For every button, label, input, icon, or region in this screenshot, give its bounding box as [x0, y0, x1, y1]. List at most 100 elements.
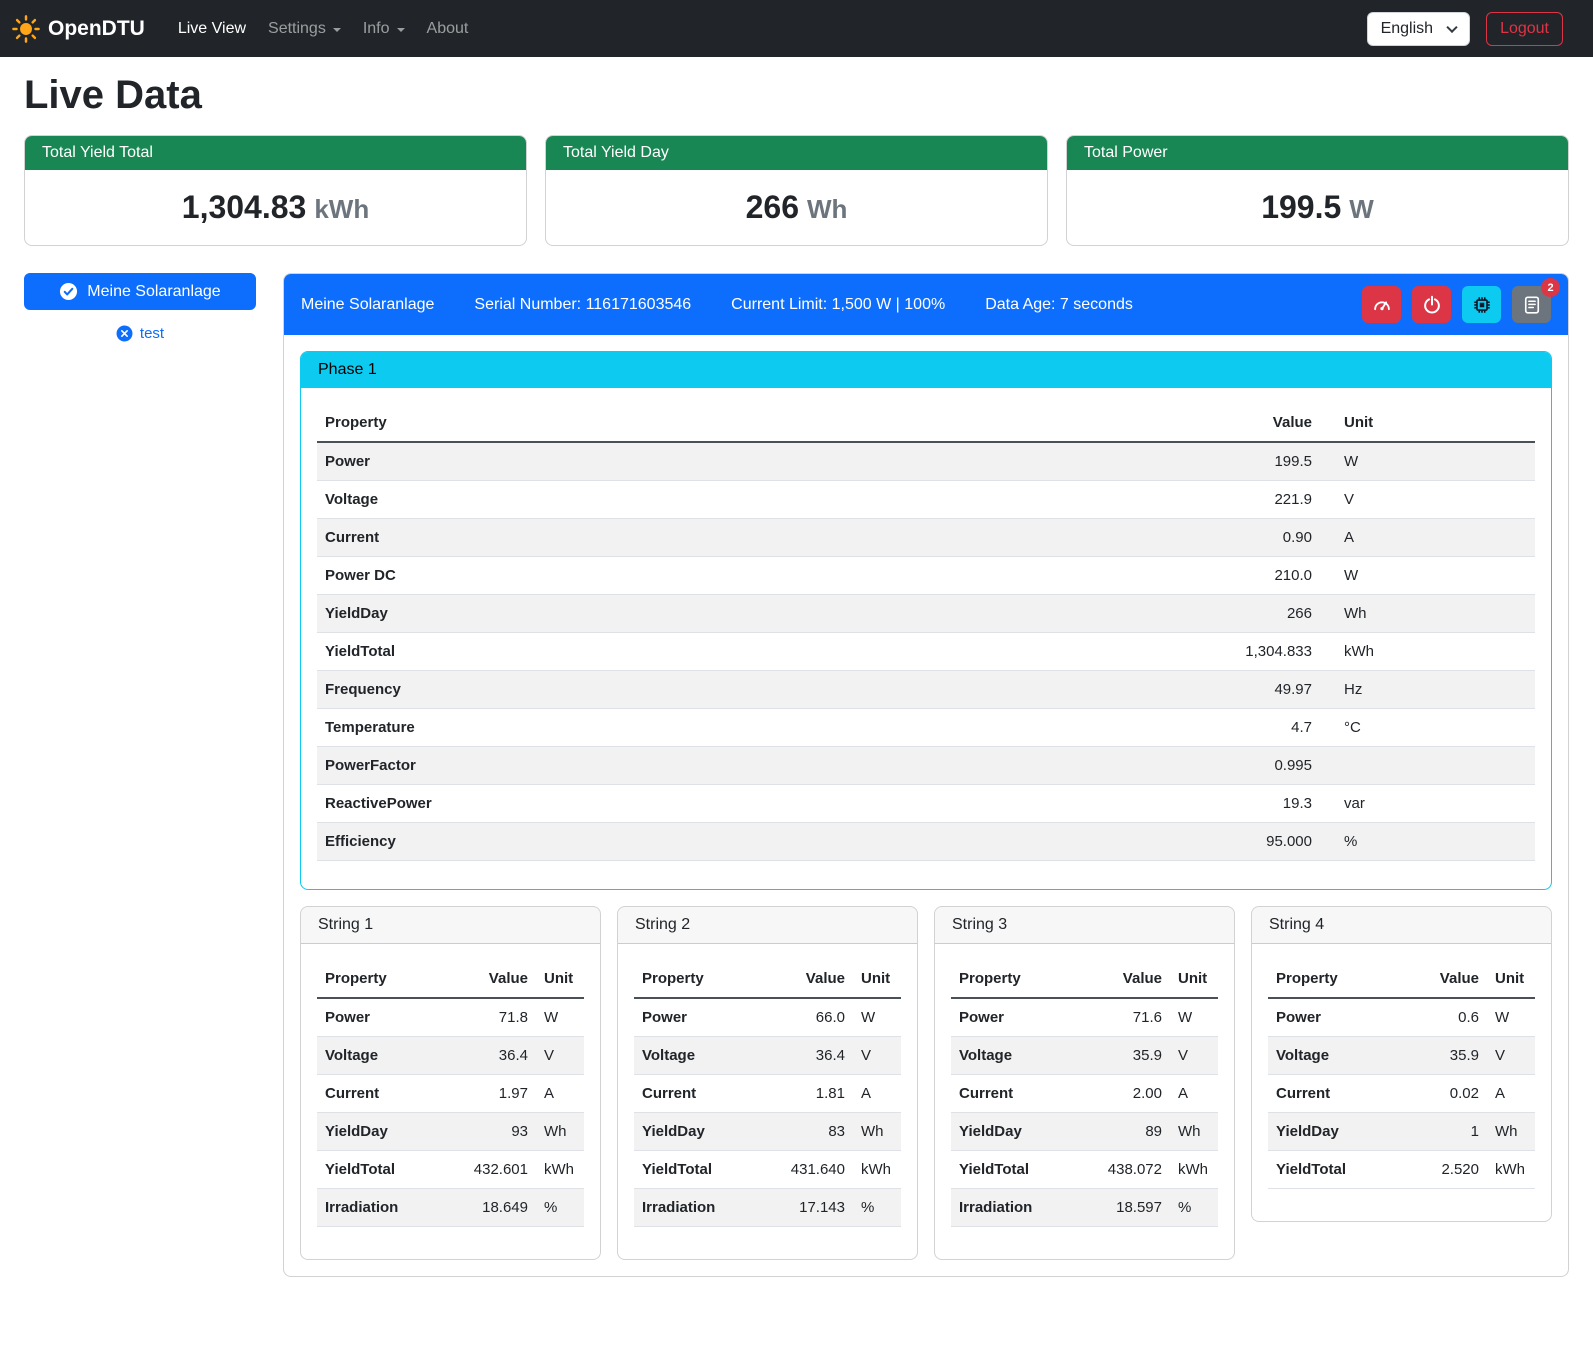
string-3-table: Property Value Unit Power 7: [951, 960, 1218, 1227]
inverter-item-test[interactable]: test: [24, 325, 256, 342]
unit-cell: W: [1320, 442, 1535, 481]
page-title: Live Data: [24, 73, 1569, 118]
nav-live-view[interactable]: Live View: [167, 12, 257, 46]
unit-cell: Hz: [1320, 671, 1535, 709]
string-card-title: String 3: [935, 907, 1234, 944]
nav-info[interactable]: Info: [352, 12, 416, 46]
table-row: Power DC 210.0 W: [317, 557, 1535, 595]
table-row: YieldTotal 438.072 kWh: [951, 1151, 1218, 1189]
brand[interactable]: OpenDTU: [12, 15, 145, 43]
unit-cell: Wh: [853, 1113, 901, 1151]
table-row: Frequency 49.97 Hz: [317, 671, 1535, 709]
inverter-panel: Meine Solaranlage Serial Number: 1161716…: [283, 273, 1569, 1277]
chevron-down-icon: [1446, 21, 1457, 32]
table-row: Power 199.5 W: [317, 442, 1535, 481]
table-row: Irradiation 18.649 %: [317, 1189, 584, 1227]
phase-table-body: Power 199.5 W Voltage 221.9 V Current: [317, 442, 1535, 861]
limit-settings-button[interactable]: [1362, 286, 1401, 323]
phase-table-head: Property Value Unit: [317, 404, 1535, 442]
value-cell: 2.520: [1407, 1151, 1487, 1189]
value-cell: 49.97: [1190, 671, 1320, 709]
navbar: OpenDTU Live View Settings Info About En…: [0, 0, 1593, 57]
nav-about[interactable]: About: [416, 12, 480, 46]
table-row: ReactivePower 19.3 var: [317, 785, 1535, 823]
property-cell: Current: [317, 1075, 456, 1113]
table-row: Current 0.90 A: [317, 519, 1535, 557]
property-cell: Current: [317, 519, 1190, 557]
value-cell: 89: [1090, 1113, 1170, 1151]
logout-button[interactable]: Logout: [1486, 12, 1563, 46]
table-row: Voltage 36.4 V: [317, 1037, 584, 1075]
property-cell: Temperature: [317, 709, 1190, 747]
property-cell: YieldDay: [317, 1113, 456, 1151]
property-cell: YieldDay: [317, 595, 1190, 633]
inverter-panel-header: Meine Solaranlage Serial Number: 1161716…: [284, 274, 1568, 335]
value-cell: 266: [1190, 595, 1320, 633]
property-cell: Efficiency: [317, 823, 1190, 861]
value-cell: 4.7: [1190, 709, 1320, 747]
unit-cell: kWh: [536, 1151, 584, 1189]
value-cell: 2.00: [1090, 1075, 1170, 1113]
table-row: Irradiation 17.143 %: [634, 1189, 901, 1227]
nav-info-label: Info: [363, 20, 390, 38]
value-cell: 83: [773, 1113, 853, 1151]
events-count-badge: 2: [1541, 278, 1560, 297]
table-row: PowerFactor 0.995: [317, 747, 1535, 785]
string-card-body: Property Value Unit Power 6: [618, 944, 917, 1259]
column-property: Property: [317, 404, 1190, 442]
table-header-row: Property Value Unit: [317, 960, 584, 998]
unit-cell: [1320, 747, 1535, 785]
inverter-sidebar: Meine Solaranlage test: [24, 273, 256, 342]
value-cell: 0.995: [1190, 747, 1320, 785]
value-cell: 0.90: [1190, 519, 1320, 557]
nav-right: English Logout: [1367, 12, 1563, 46]
value-cell: 221.9: [1190, 481, 1320, 519]
card-body: 1,304.83kWh: [25, 170, 526, 245]
value-cell: 95.000: [1190, 823, 1320, 861]
value-cell: 0.6: [1407, 998, 1487, 1037]
nav-settings[interactable]: Settings: [257, 12, 352, 46]
unit-cell: %: [1320, 823, 1535, 861]
property-cell: Current: [1268, 1075, 1407, 1113]
table-row: YieldDay 93 Wh: [317, 1113, 584, 1151]
property-cell: YieldDay: [1268, 1113, 1407, 1151]
chevron-down-icon: [397, 28, 405, 32]
content-row: Meine Solaranlage test Meine Solaranlage…: [24, 273, 1569, 1277]
column-value: Value: [1090, 960, 1170, 998]
string-4-card: String 4 Property Value Unit: [1251, 906, 1552, 1222]
power-button[interactable]: [1412, 286, 1451, 323]
event-log-button[interactable]: 2: [1512, 286, 1551, 323]
unit-cell: Wh: [1320, 595, 1535, 633]
power-icon: [1422, 295, 1442, 315]
property-cell: Irradiation: [317, 1189, 456, 1227]
nav-settings-label: Settings: [268, 20, 326, 38]
value-cell: 19.3: [1190, 785, 1320, 823]
device-info-button[interactable]: [1462, 286, 1501, 323]
unit-cell: W: [1170, 998, 1218, 1037]
value-cell: 35.9: [1090, 1037, 1170, 1075]
unit-cell: Wh: [1170, 1113, 1218, 1151]
nav-links: Live View Settings Info About: [167, 12, 480, 46]
column-unit: Unit: [536, 960, 584, 998]
value-cell: 1,304.833: [1190, 633, 1320, 671]
unit-cell: var: [1320, 785, 1535, 823]
journal-icon: [1522, 295, 1542, 315]
value-cell: 71.6: [1090, 998, 1170, 1037]
table-row: Irradiation 18.597 %: [951, 1189, 1218, 1227]
unit-cell: W: [1487, 998, 1535, 1037]
unit-cell: kWh: [1487, 1151, 1535, 1189]
string-card-body: Property Value Unit Power 0: [1252, 944, 1551, 1221]
string-2-table: Property Value Unit Power 6: [634, 960, 901, 1227]
unit-cell: V: [1320, 481, 1535, 519]
card-unit: kWh: [314, 194, 369, 224]
card-unit: Wh: [807, 194, 847, 224]
gauge-icon: [1372, 295, 1392, 315]
inverter-select-button[interactable]: Meine Solaranlage: [24, 273, 256, 310]
language-select[interactable]: English: [1367, 12, 1470, 46]
property-cell: ReactivePower: [317, 785, 1190, 823]
card-value: 199.5: [1261, 189, 1341, 225]
property-cell: PowerFactor: [317, 747, 1190, 785]
unit-cell: Wh: [536, 1113, 584, 1151]
property-cell: Current: [951, 1075, 1090, 1113]
unit-cell: W: [853, 998, 901, 1037]
